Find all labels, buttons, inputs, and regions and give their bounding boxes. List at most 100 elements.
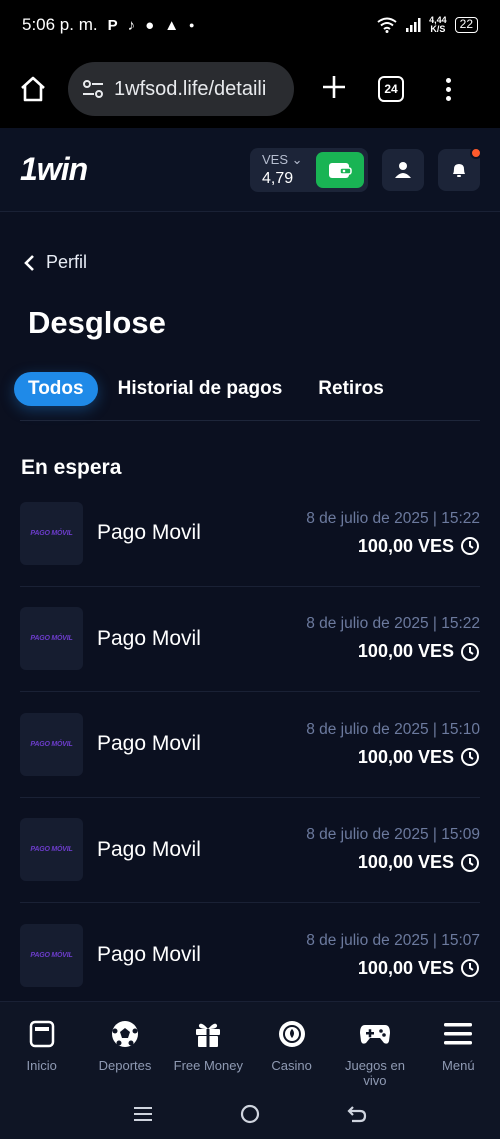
nav-label: Menú: [442, 1058, 475, 1073]
nav-label: Juegos en vivo: [344, 1058, 405, 1088]
transaction-amount-row: 100,00 VES: [358, 852, 480, 873]
soccer-ball-icon: [109, 1018, 141, 1050]
clock-icon: [461, 853, 479, 872]
address-bar[interactable]: 1wfsod.life/detaili: [68, 62, 294, 116]
plus-icon: [323, 75, 345, 98]
new-tab-button[interactable]: [320, 71, 348, 108]
transaction-amount-row: 100,00 VES: [358, 958, 480, 979]
clock-icon: [461, 748, 479, 767]
payment-method-logo: PAGO MÓVIL: [20, 501, 83, 565]
back-label: Perfil: [46, 252, 88, 272]
browser-menu-button[interactable]: [446, 77, 451, 101]
transaction-amount: 100,00 VES: [357, 852, 454, 873]
chevron-down-icon: ⌄: [291, 151, 303, 167]
payment-method-logo: PAGO MÓVIL: [20, 712, 83, 776]
nav-label: Inicio: [26, 1058, 57, 1073]
payment-method-logo: PAGO MÓVIL: [20, 607, 83, 671]
more-dot-icon: [446, 95, 451, 101]
home-icon: [21, 76, 45, 102]
transaction-row[interactable]: PAGO MÓVIL Pago Movil 8 de julio de 2025…: [20, 587, 480, 692]
tab-retiros[interactable]: Retiros: [318, 378, 383, 400]
chat-icon: ●: [145, 16, 155, 34]
transaction-row[interactable]: PAGO MÓVIL Pago Movil 8 de julio de 2025…: [20, 692, 480, 798]
browser-home-button[interactable]: [18, 74, 48, 104]
nav-item-inicio[interactable]: Inicio: [0, 1002, 83, 1089]
battery-indicator: 22: [454, 17, 478, 33]
balance-text: VES ⌄ 4,79: [262, 152, 303, 188]
notifications-button[interactable]: [438, 146, 482, 191]
tiktok-icon: ♪: [127, 16, 136, 34]
recent-apps-icon[interactable]: [132, 1105, 154, 1123]
section-title: En espera: [21, 456, 122, 479]
back-arrow-icon[interactable]: [346, 1103, 368, 1125]
payment-method-name: Pago Movil: [97, 943, 201, 967]
network-speed: 4,44 K/S: [429, 15, 447, 34]
tab-historial-de-pagos[interactable]: Historial de pagos: [118, 378, 283, 400]
dot-icon: ●: [189, 20, 195, 30]
transaction-amount-row: 100,00 VES: [358, 641, 480, 662]
notification-badge: [470, 146, 482, 159]
transaction-list: PAGO MÓVIL Pago Movil 8 de julio de 2025…: [20, 481, 480, 1009]
transaction-row[interactable]: PAGO MÓVIL Pago Movil 8 de julio de 2025…: [20, 903, 480, 1009]
filter-tabs: Todos Historial de pagos Retiros: [14, 372, 384, 406]
nav-label: Free Money: [173, 1058, 243, 1073]
nav-item-free-money[interactable]: Free Money: [167, 1002, 250, 1089]
casino-chip-icon: [276, 1018, 308, 1050]
status-bar: 5:06 p. m. P ♪ ● ▲ ● 4,44 K/S 22: [0, 0, 500, 50]
status-time: 5:06 p. m.: [22, 15, 98, 34]
menu-icon: [442, 1018, 474, 1050]
page-title: Desglose: [28, 305, 166, 340]
nav-item-juegos-en-vivo[interactable]: Juegos en vivo: [333, 1002, 416, 1089]
balance-box[interactable]: VES ⌄ 4,79: [250, 147, 368, 192]
clock-icon: [461, 642, 479, 661]
chevron-left-icon: [24, 254, 34, 271]
tab-switcher-button[interactable]: 24: [378, 76, 404, 102]
transaction-amount: 100,00 VES: [357, 641, 454, 662]
transaction-details: 8 de julio de 2025 | 15:07 100,00 VES: [306, 932, 480, 979]
profile-button[interactable]: [382, 148, 424, 191]
back-link[interactable]: Perfil: [22, 252, 87, 273]
home-circle-icon[interactable]: [239, 1103, 261, 1125]
wifi-icon: [377, 17, 397, 33]
transaction-amount-row: 100,00 VES: [358, 747, 480, 768]
bell-icon: [453, 163, 465, 177]
transaction-amount: 100,00 VES: [357, 957, 454, 978]
transaction-row[interactable]: PAGO MÓVIL Pago Movil 8 de julio de 2025…: [20, 481, 480, 587]
wallet-button[interactable]: [316, 151, 364, 188]
payment-method-name: Pago Movil: [97, 837, 201, 861]
gamepad-icon: [359, 1018, 391, 1050]
transaction-date: 8 de julio de 2025 | 15:07: [306, 931, 480, 949]
transaction-amount: 100,00 VES: [357, 535, 454, 556]
transaction-date: 8 de julio de 2025 | 15:22: [306, 509, 480, 527]
status-right: 4,44 K/S 22: [377, 16, 478, 34]
transaction-amount-row: 100,00 VES: [358, 536, 480, 557]
payment-method-name: Pago Movil: [97, 626, 201, 650]
wallet-icon: [329, 162, 352, 178]
more-dot-icon: [446, 86, 451, 92]
nav-item-deportes[interactable]: Deportes: [83, 1002, 166, 1089]
clock-icon: [461, 537, 479, 556]
currency-selector[interactable]: VES ⌄: [262, 152, 303, 168]
transaction-row[interactable]: PAGO MÓVIL Pago Movil 8 de julio de 2025…: [20, 798, 480, 903]
nav-item-menu[interactable]: Menú: [417, 1002, 500, 1089]
status-notification-icons: P ♪ ● ▲ ●: [108, 17, 195, 34]
balance-value: 4,79: [262, 169, 294, 187]
system-nav: [0, 1089, 500, 1139]
app-header: 1win VES ⌄ 4,79: [0, 128, 500, 212]
signal-icon: [406, 18, 421, 32]
site-settings-icon: [83, 80, 103, 98]
payment-method-name: Pago Movil: [97, 521, 201, 545]
nav-label: Deportes: [98, 1058, 152, 1073]
transaction-date: 8 de julio de 2025 | 15:10: [306, 720, 480, 738]
nav-item-casino[interactable]: Casino: [250, 1002, 333, 1089]
transaction-date: 8 de julio de 2025 | 15:22: [306, 615, 480, 633]
tab-todos[interactable]: Todos: [14, 372, 98, 406]
bell-status-icon: ▲: [164, 16, 180, 34]
payment-method-logo: PAGO MÓVIL: [20, 818, 83, 882]
clock-icon: [461, 959, 479, 978]
brand-logo[interactable]: 1win: [20, 151, 88, 188]
bottom-nav: Inicio Deportes Free Money Casino Juegos…: [0, 1001, 500, 1089]
gift-icon: [192, 1018, 224, 1050]
payment-method-name: Pago Movil: [97, 732, 201, 756]
browser-toolbar: 1wfsod.life/detaili 24: [0, 50, 500, 128]
